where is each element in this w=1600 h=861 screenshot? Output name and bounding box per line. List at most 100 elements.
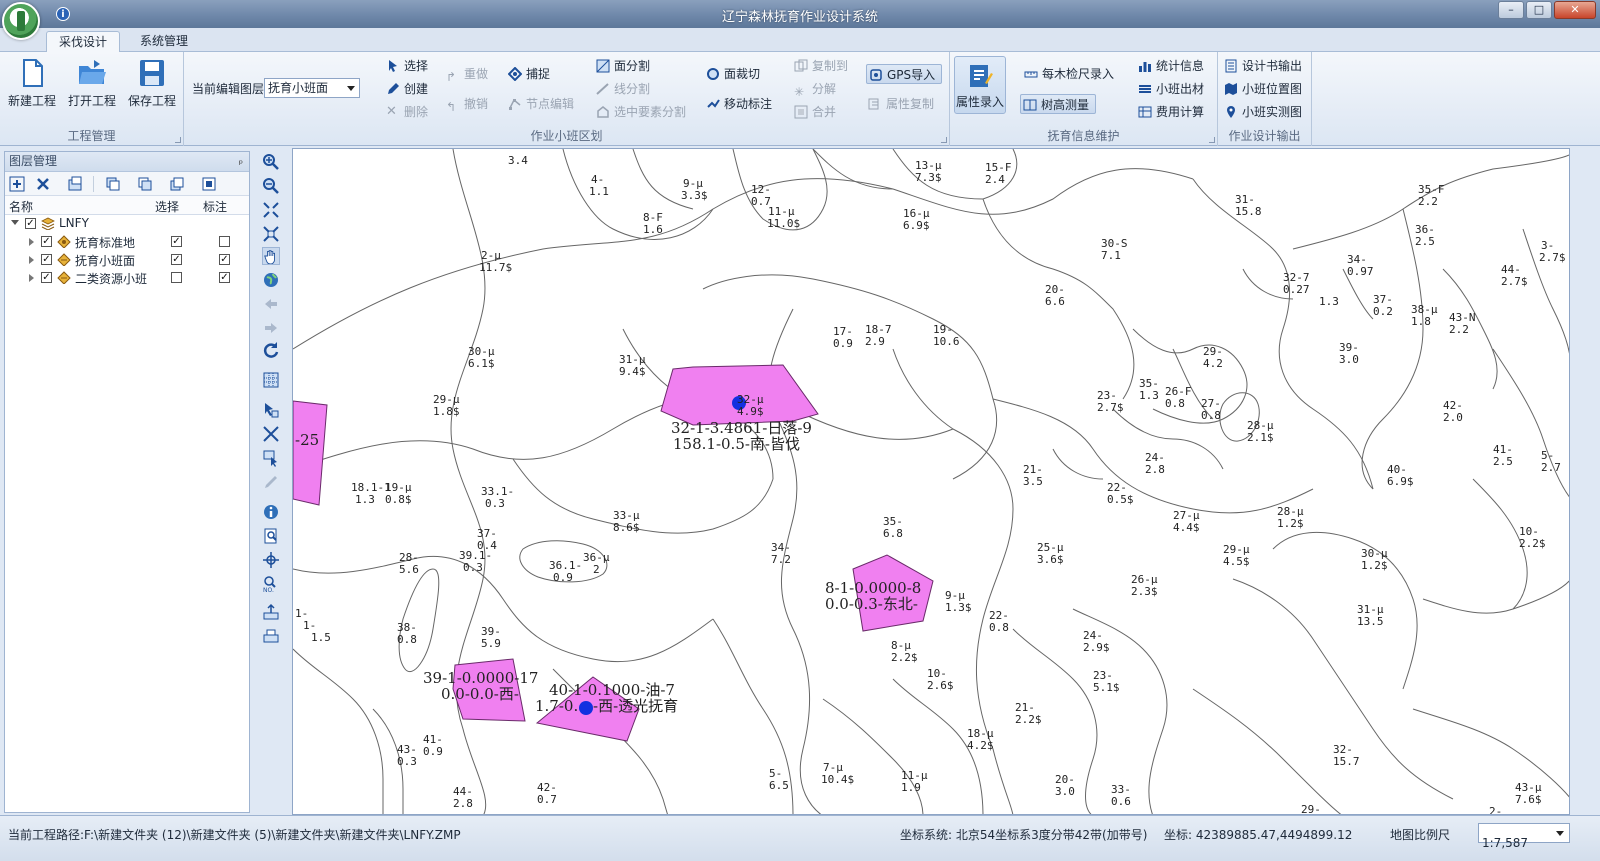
attr-entry-button[interactable]: 属性录入 [954, 56, 1006, 114]
design-doc-button[interactable]: 设计书输出 [1222, 56, 1302, 76]
tab-system-management[interactable]: 系统管理 [128, 31, 200, 53]
tree-collapsed-icon[interactable] [29, 256, 34, 264]
layer-move-bottom-icon[interactable] [201, 176, 217, 192]
tree-height-button[interactable]: 树高测量 [1020, 94, 1097, 114]
attr-entry-icon [970, 65, 993, 87]
group-tending-launcher[interactable] [1209, 137, 1215, 143]
create-button[interactable]: 创建 [384, 79, 428, 99]
group-zone-launcher[interactable] [941, 137, 947, 143]
identify-pointer-icon[interactable] [262, 401, 280, 419]
explode-button[interactable]: ✳ 分解 [792, 79, 836, 99]
parcel-edge[interactable] [293, 400, 328, 506]
survey-map-button[interactable]: 小班实测图 [1222, 102, 1302, 122]
add-layer-icon[interactable] [9, 176, 25, 192]
number-search-icon[interactable]: NO. [262, 575, 280, 593]
next-extent-icon[interactable] [262, 319, 280, 337]
previous-extent-icon[interactable] [262, 295, 280, 313]
layer-select-checkbox[interactable]: ✓ [171, 236, 182, 247]
layer-select-checkbox[interactable]: ✓ [171, 254, 182, 265]
face-split-button[interactable]: 面分割 [594, 56, 650, 76]
layer-properties-icon[interactable] [67, 176, 83, 192]
select-by-rect-icon[interactable] [262, 449, 280, 467]
parcel-label: 15.8 [1235, 205, 1262, 218]
current-layer-select[interactable]: 抚育小班面 [264, 78, 360, 98]
split-selected-button[interactable]: 选中要素分割 [594, 102, 686, 122]
layer-move-up-icon[interactable] [137, 176, 153, 192]
gps-import-button[interactable]: GPS导入 [866, 64, 943, 84]
remove-layer-icon[interactable] [35, 176, 51, 192]
layer-label-checkbox[interactable] [219, 236, 230, 247]
tree-collapsed-icon[interactable] [29, 238, 34, 246]
layer-visible-checkbox[interactable]: ✓ [41, 254, 52, 265]
layer-move-down-icon[interactable] [169, 176, 185, 192]
layer-panel-title: 图层管理 [9, 154, 58, 168]
fixed-zoom-in-icon[interactable] [262, 201, 280, 219]
group-project-launcher[interactable] [175, 137, 181, 143]
fixed-zoom-out-icon[interactable] [262, 225, 280, 243]
new-project-button[interactable]: 新建工程 [2, 58, 62, 109]
attr-copy-button[interactable]: 属性复制 [866, 94, 934, 114]
app-logo-icon[interactable] [2, 2, 40, 40]
pan-hand-icon[interactable] [262, 247, 280, 265]
move-label-button[interactable]: 移动标注 [704, 94, 772, 114]
layer-row[interactable]: ✓ 二类资源小班 ✓ [5, 269, 249, 287]
gps-point[interactable] [579, 701, 593, 715]
open-project-button[interactable]: 打开工程 [62, 58, 122, 109]
layer-root-checkbox[interactable]: ✓ [25, 218, 36, 229]
export-map-icon[interactable] [262, 603, 280, 621]
minimize-button[interactable]: – [1498, 1, 1524, 19]
snap-button[interactable]: 捕捉 [506, 64, 550, 84]
layer-select-checkbox[interactable] [171, 272, 182, 283]
copy-to-button[interactable]: 复制到 [792, 56, 848, 76]
layer-label-checkbox[interactable]: ✓ [219, 254, 230, 265]
layer-visible-checkbox[interactable]: ✓ [41, 272, 52, 283]
group-zone-label: 作业小班区划 [530, 129, 603, 143]
map-canvas[interactable]: 3.4 4- 1.1 9-μ 3.3$ 12- 0.7 11-μ 11.0$ 13-μ 7.3$ 15… [292, 148, 1570, 815]
polygon-layer-icon [57, 271, 71, 284]
layer-row[interactable]: ✓ 抚育标准地 ✓ [5, 233, 249, 251]
face-clip-button[interactable]: 面裁切 [704, 64, 760, 84]
full-extent-globe-icon[interactable] [262, 271, 280, 289]
subplot-output-button[interactable]: 小班出材 [1136, 79, 1204, 99]
map-svg[interactable]: 3.44-1.19-μ3.3$ 12-0.711-μ11.0$13-μ7.3$15… [293, 149, 1570, 815]
merge-button[interactable]: 合并 [792, 102, 836, 122]
map-icon [1225, 83, 1237, 95]
close-button[interactable]: ✕ [1554, 1, 1596, 19]
zoom-in-icon[interactable] [262, 153, 280, 171]
node-edit-button[interactable]: 节点编辑 [506, 94, 574, 114]
scale-select[interactable]: 1:7,587 [1478, 823, 1570, 850]
redo-button[interactable]: ↱ 重做 [444, 64, 488, 84]
grid-select-icon[interactable] [262, 371, 280, 389]
delete-button[interactable]: ✕ 删除 [384, 102, 428, 122]
snap-icon [508, 67, 522, 81]
layer-move-top-icon[interactable] [105, 176, 121, 192]
zoom-out-icon[interactable] [262, 177, 280, 195]
cost-calc-button[interactable]: 费用计算 [1136, 102, 1204, 122]
select-button[interactable]: 选择 [384, 56, 428, 76]
undo-button[interactable]: ↰ 撤销 [444, 94, 488, 114]
layer-row[interactable]: ✓ 抚育小班面 ✓ ✓ [5, 251, 249, 269]
print-map-icon[interactable] [262, 627, 280, 645]
tab-harvest-design[interactable]: 采伐设计 [46, 31, 121, 53]
refresh-icon[interactable] [262, 341, 280, 359]
tree-collapsed-icon[interactable] [29, 274, 34, 282]
line-split-button[interactable]: 线分割 [594, 79, 650, 99]
layer-label-checkbox[interactable]: ✓ [219, 272, 230, 283]
location-map-button[interactable]: 小班位置图 [1222, 79, 1302, 99]
save-project-button[interactable]: 保存工程 [122, 58, 182, 109]
status-bar: 当前工程路径:F:\新建文件夹 (12)\新建文件夹 (5)\新建文件夹\新建文… [0, 815, 1600, 861]
brush-icon[interactable] [262, 473, 280, 491]
per-tree-entry-button[interactable]: 每木检尺录入 [1022, 64, 1114, 84]
maximize-button[interactable]: □ [1526, 1, 1552, 19]
parcel-label: 2.2 [1418, 195, 1438, 208]
measure-tool-icon[interactable] [262, 425, 280, 443]
coordinate-locate-icon[interactable] [262, 551, 280, 569]
tree-expand-icon[interactable] [11, 220, 19, 225]
attribute-query-icon[interactable] [262, 527, 280, 545]
parcel-annotations: 32-1-3.4861-日落-9158.1-0.5-南-皆伐8-1-0.0000… [295, 419, 921, 715]
layer-visible-checkbox[interactable]: ✓ [41, 236, 52, 247]
layer-root-row[interactable]: ✓ LNFY [5, 215, 249, 233]
polygon-layer-icon [57, 253, 71, 266]
info-icon[interactable] [262, 503, 280, 521]
stats-button[interactable]: 统计信息 [1136, 56, 1204, 76]
